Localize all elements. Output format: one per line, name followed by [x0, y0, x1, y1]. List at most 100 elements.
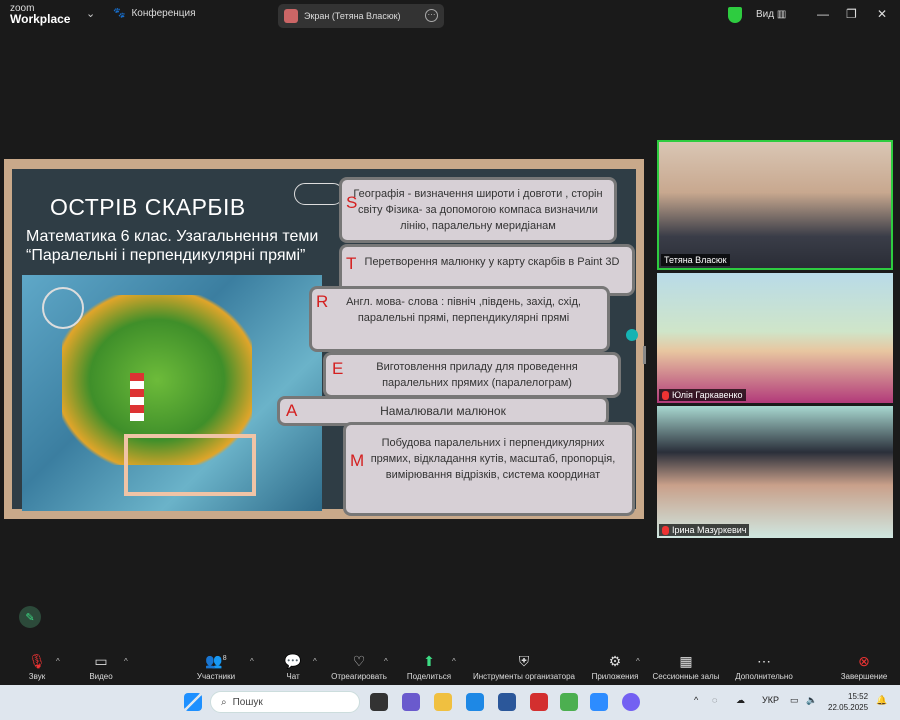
- host-tools-button[interactable]: ⛨ Инструменты организатора: [468, 645, 580, 685]
- view-button[interactable]: Вид ▥: [756, 9, 786, 20]
- start-icon[interactable]: [184, 693, 202, 711]
- chevron-up-icon[interactable]: ^: [250, 657, 254, 666]
- card-m: Побудова паралельних і перпендикулярних …: [346, 425, 632, 513]
- chevron-down-icon[interactable]: ⌄: [86, 7, 95, 20]
- card-text: Виготовлення приладу для проведення пара…: [376, 361, 578, 389]
- chat-label: Чат: [286, 672, 300, 681]
- meeting-label: Конференция: [131, 8, 196, 19]
- more-button[interactable]: ⋯ Дополнительно: [733, 645, 795, 685]
- more-icon: ⋯: [757, 653, 771, 669]
- card-text: Побудова паралельних і перпендикулярних …: [370, 437, 616, 481]
- more-label: Дополнительно: [735, 672, 793, 681]
- card-t: Перетворення малюнку у карту скарбів в P…: [342, 247, 632, 293]
- zoom-logo: zoom Workplace: [10, 3, 70, 25]
- copilot-icon[interactable]: [402, 693, 420, 711]
- chat-icon: 💬: [284, 653, 302, 669]
- annotation-dot: [626, 329, 638, 341]
- end-label: Завершение: [840, 672, 888, 681]
- title-bar: zoom Workplace ⌄ 🐾 Конференция Экран (Те…: [0, 0, 900, 31]
- participants-icon: 👥8: [205, 653, 227, 669]
- card-r: Англ. мова- слова : північ ,південь, зах…: [312, 289, 607, 349]
- share-icon: ⬆: [423, 653, 435, 669]
- slide-subtitle: Математика 6 клас. Узагальнення теми “Па…: [26, 227, 318, 265]
- taskbar-search[interactable]: ⌕ Пошук: [210, 691, 360, 713]
- card-letter: M: [350, 451, 365, 470]
- audio-button[interactable]: 🎙 Звук: [22, 645, 52, 685]
- card-text: Перетворення малюнку у карту скарбів в P…: [364, 256, 620, 268]
- breakout-label: Сессионные залы: [652, 672, 720, 681]
- participant-name: Тетяна Власюк: [661, 254, 730, 266]
- annotate-pencil-icon[interactable]: ✎: [19, 606, 41, 628]
- slide-title: ОСТРІВ СКАРБІВ: [50, 194, 246, 220]
- react-label: Отреагировать: [331, 672, 387, 681]
- video-tile-3[interactable]: Ірина Мазуркевич: [657, 406, 893, 538]
- clock-date: 22.05.2025: [828, 703, 869, 712]
- viber-icon[interactable]: [622, 693, 640, 711]
- chrome-icon[interactable]: [560, 693, 578, 711]
- shield-icon: ⛨: [518, 653, 530, 669]
- chevron-up-icon[interactable]: ^: [313, 657, 317, 666]
- card-s: Географія - визначення широти і довготи …: [342, 180, 614, 240]
- card-e: Виготовлення приладу для проведення пара…: [326, 355, 618, 395]
- video-tile-2[interactable]: Юлія Гаркавенко: [657, 273, 893, 403]
- security-shield-icon[interactable]: [728, 7, 742, 23]
- chevron-up-icon[interactable]: ^: [384, 657, 388, 666]
- task-view-icon[interactable]: [370, 693, 388, 711]
- resize-handle[interactable]: [643, 346, 646, 364]
- participant-count: 8: [222, 655, 227, 663]
- file-explorer-icon[interactable]: [434, 693, 452, 711]
- search-placeholder: Пошук: [232, 696, 263, 708]
- chevron-up-icon[interactable]: ^: [124, 657, 128, 666]
- chevron-up-icon[interactable]: ^: [452, 657, 456, 666]
- subtitle-line1: Математика 6 клас. Узагальнення теми: [26, 228, 319, 245]
- notification-icon[interactable]: 🔔: [876, 695, 887, 706]
- paw-icon: 🐾: [113, 8, 126, 19]
- end-button[interactable]: ⊗ Завершение: [838, 645, 890, 685]
- restore-icon[interactable]: ❐: [846, 7, 857, 21]
- card-letter: A: [286, 401, 298, 420]
- video-button[interactable]: ▭ Видео: [86, 645, 116, 685]
- participant-name-text: Тетяна Власюк: [664, 255, 727, 265]
- chevron-up-icon[interactable]: ^: [694, 695, 698, 705]
- chevron-up-icon[interactable]: ^: [636, 657, 640, 666]
- clock[interactable]: 15:52 22.05.2025: [828, 691, 868, 713]
- share-label: Экран (Тетяна Власюк): [304, 11, 401, 21]
- minimize-icon[interactable]: —: [817, 7, 829, 21]
- app-icon[interactable]: [530, 693, 548, 711]
- store-icon[interactable]: [498, 693, 516, 711]
- language-indicator[interactable]: УКР: [762, 695, 779, 705]
- breakout-rooms-button[interactable]: ▦ Сессионные залы: [650, 645, 722, 685]
- cloud-icon: [294, 183, 344, 205]
- breakout-icon: ▦: [679, 653, 693, 669]
- more-icon[interactable]: ···: [425, 9, 438, 22]
- close-icon[interactable]: ✕: [877, 7, 887, 21]
- mic-off-icon: 🎙: [28, 653, 46, 669]
- participant-name: Ірина Мазуркевич: [659, 524, 750, 536]
- zoom-taskbar-icon[interactable]: [590, 693, 608, 711]
- share-indicator[interactable]: Экран (Тетяна Власюк) ···: [278, 4, 444, 28]
- avatar: [284, 9, 298, 23]
- search-icon: ⌕: [221, 696, 227, 708]
- card-text: Намалювали малюнок: [380, 404, 506, 418]
- subtitle-line2: “Паралельні і перпендикулярні прямі”: [26, 247, 306, 264]
- participants-button[interactable]: 👥8 Участники: [194, 645, 238, 685]
- video-icon: ▭: [94, 653, 108, 669]
- video-tile-1[interactable]: Тетяна Власюк: [657, 140, 893, 270]
- share-button[interactable]: ⬆ Поделиться: [404, 645, 454, 685]
- apps-button[interactable]: ⚙ Приложения: [588, 645, 642, 685]
- chat-button[interactable]: 💬 Чат: [280, 645, 306, 685]
- volume-icon[interactable]: 🔈: [806, 695, 817, 706]
- video-label: Видео: [89, 672, 113, 681]
- network-icon[interactable]: ◌: [712, 695, 717, 705]
- edge-icon[interactable]: [466, 693, 484, 711]
- display-icon[interactable]: ▭: [790, 695, 799, 706]
- participant-name-text: Ірина Мазуркевич: [672, 525, 747, 535]
- meeting-info[interactable]: 🐾 Конференция: [113, 8, 196, 19]
- chevron-up-icon[interactable]: ^: [56, 657, 60, 666]
- windows-taskbar: ⌕ Пошук ^ ◌ ☁ УКР ▭ 🔈 15:52 22.05.2025 🔔: [0, 685, 900, 720]
- react-button[interactable]: ♡ Отреагировать: [330, 645, 388, 685]
- audio-label: Звук: [28, 672, 46, 681]
- card-a: Намалювали малюнок: [280, 399, 606, 423]
- cloud-icon[interactable]: ☁: [736, 695, 745, 706]
- apps-icon: ⚙: [608, 653, 622, 669]
